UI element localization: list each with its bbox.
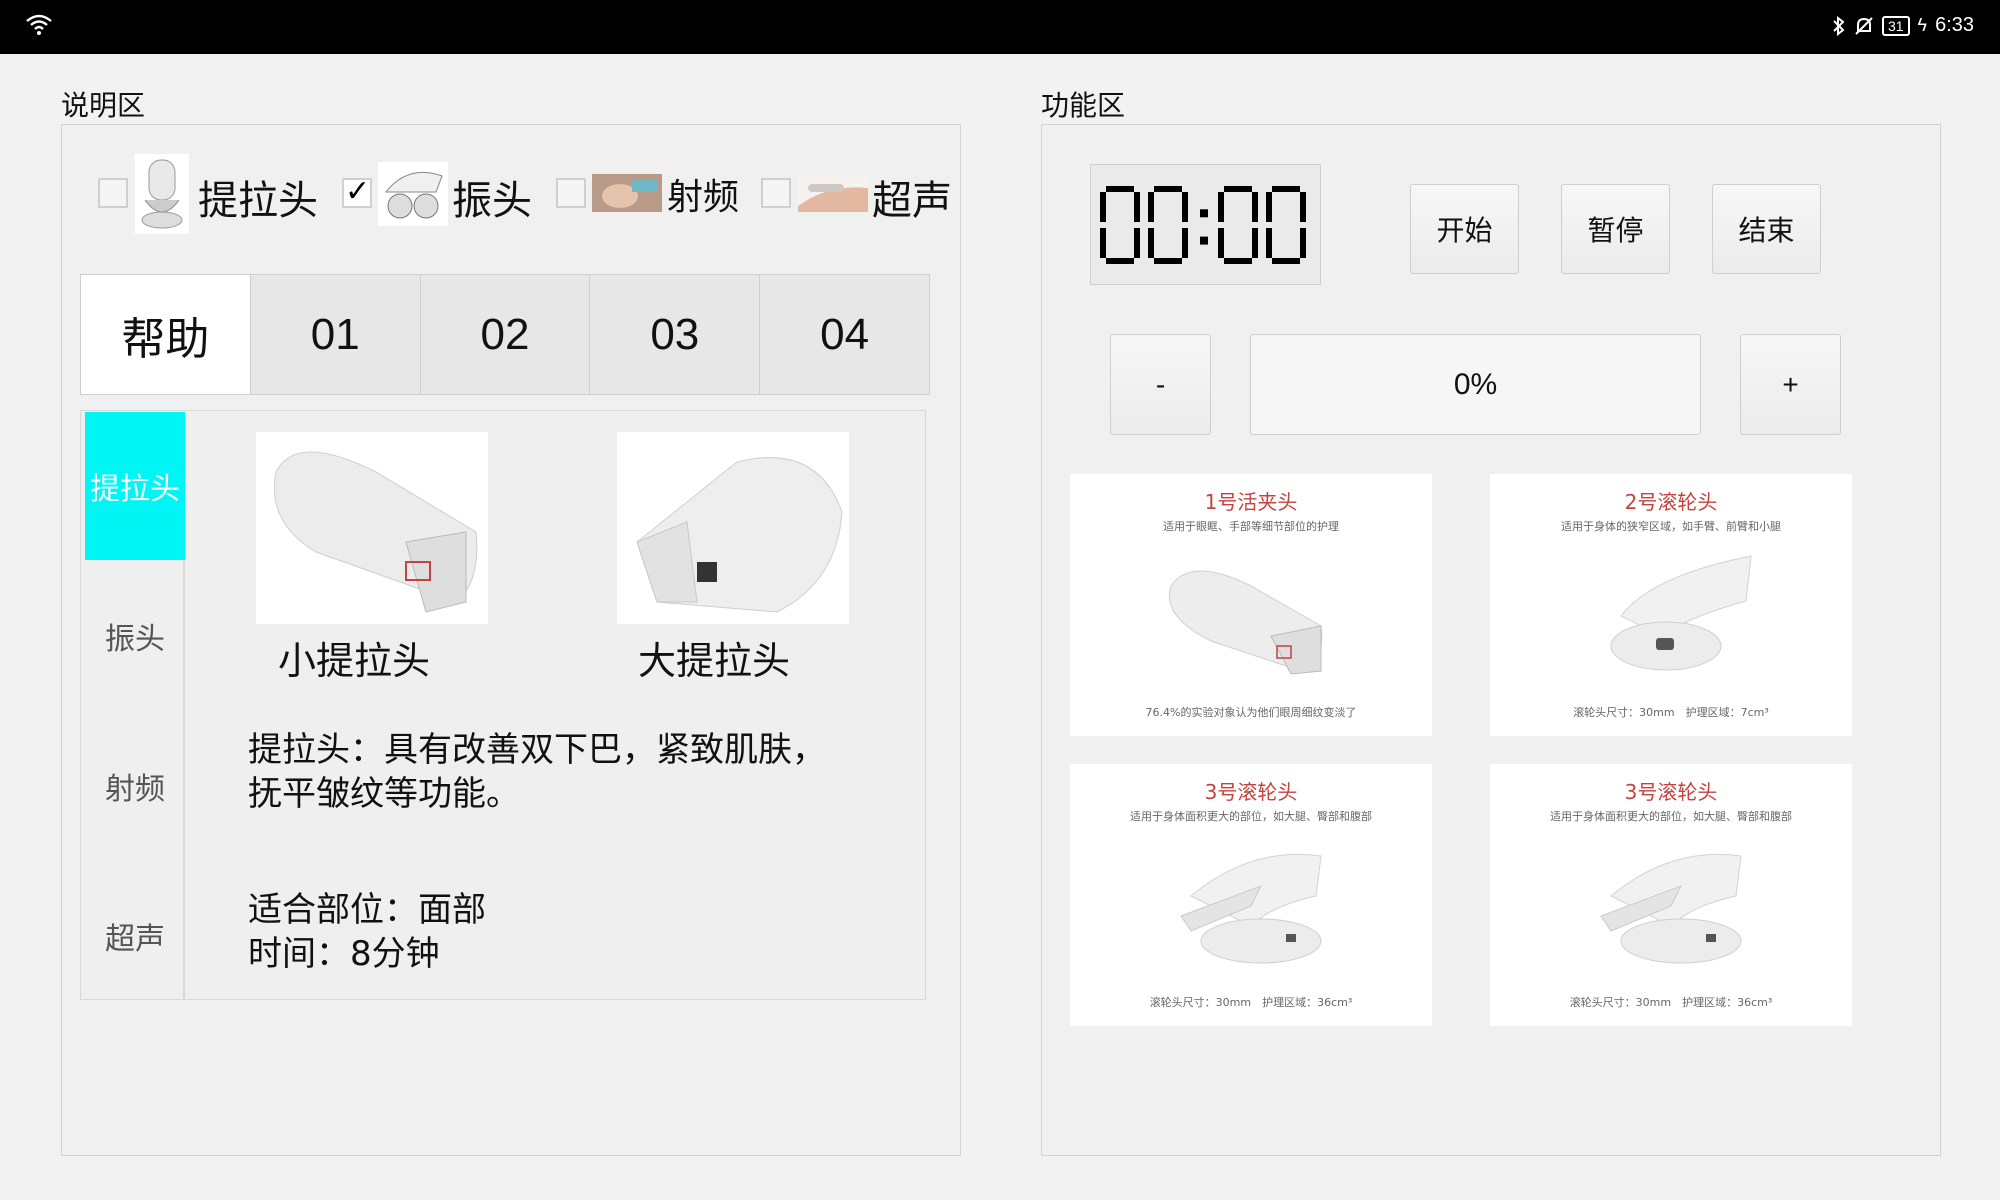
tab-bar: 帮助 01 02 03 04 — [80, 274, 930, 395]
timer-digit-segment — [1099, 191, 1106, 222]
side-item-rf[interactable]: 射频 — [85, 712, 185, 860]
ultrasound-thumbnail — [798, 176, 868, 212]
intensity-value: 0% — [1250, 334, 1701, 435]
card-title: 1号活夹头 — [1204, 490, 1298, 514]
roller-head-image — [1610, 555, 1752, 671]
card-footer: 76.4%的实验对象认为他们眼周细纹变淡了 — [1145, 706, 1357, 719]
lift-head-thumbnail — [135, 154, 189, 234]
timer-digit-segment — [1133, 191, 1140, 222]
card-title: 3号滚轮头 — [1204, 780, 1298, 804]
checkbox-vibration-head[interactable] — [342, 174, 372, 209]
timer-digit-segment — [1147, 227, 1154, 258]
timer-colon-dot — [1199, 236, 1208, 245]
pause-button[interactable]: 暂停 — [1561, 184, 1670, 274]
timer-digit-segment — [1153, 257, 1182, 264]
large-lift-head-label: 大提拉头 — [638, 639, 791, 683]
timer-digit-segment — [1099, 227, 1106, 258]
card-subtitle: 适用于身体面积更大的部位，如大腿、臀部和腹部 — [1130, 810, 1372, 823]
timer-digit-segment — [1265, 191, 1272, 222]
lift-head-description: 提拉头：具有改善双下巴，紧致肌肤， 抚平皱纹等功能。 — [248, 728, 826, 816]
product-card-3[interactable]: 3号滚轮头 适用于身体面积更大的部位，如大腿、臀部和腹部 滚轮头尺寸：30mm … — [1070, 764, 1432, 1026]
timer-digit-segment — [1181, 191, 1188, 222]
timer-digit-segment — [1153, 185, 1182, 192]
detail-area: 适合部位：面部 — [248, 890, 486, 930]
bluetooth-icon — [1833, 15, 1845, 36]
timer-digit-segment — [1181, 227, 1188, 258]
small-lift-head-label: 小提拉头 — [278, 639, 431, 683]
battery-icon: 31 — [1881, 15, 1910, 36]
timer-digit-segment — [1133, 227, 1140, 258]
tab-help[interactable]: 帮助 — [81, 275, 250, 394]
card-footer: 滚轮头尺寸：30mm 护理区域：36cm³ — [1569, 996, 1773, 1009]
charging-icon: ϟ — [1917, 15, 1928, 35]
description-line-2: 抚平皱纹等功能。 — [248, 774, 520, 814]
timer-digit-segment — [1105, 185, 1134, 192]
timer-digit-segment — [1251, 191, 1258, 222]
checkbox-label-ultrasound: 超声 — [872, 178, 952, 224]
card-title: 2号滚轮头 — [1624, 490, 1718, 514]
timer-digit-segment — [1265, 227, 1272, 258]
card-subtitle: 适用于身体面积更大的部位，如大腿、臀部和腹部 — [1550, 810, 1792, 823]
side-item-lift-head[interactable]: 提拉头 — [85, 412, 185, 560]
card-footer: 滚轮头尺寸：30mm 护理区域：36cm³ — [1149, 996, 1353, 1009]
increase-button[interactable]: + — [1740, 334, 1841, 435]
checkbox-label-rf: 射频 — [667, 177, 740, 218]
right-section-title: 功能区 — [1041, 89, 1126, 122]
roller-head-image — [1180, 853, 1322, 964]
status-bar: 31 ϟ 6:33 — [0, 0, 2000, 54]
stop-button[interactable]: 结束 — [1712, 184, 1821, 274]
checkbox-rf[interactable] — [556, 178, 586, 208]
checkbox-label-lift-head: 提拉头 — [198, 178, 318, 224]
roller-head-image — [1600, 853, 1742, 964]
timer-digit-segment — [1223, 185, 1252, 192]
side-item-ultrasound[interactable]: 超声 — [85, 862, 185, 1010]
timer-digit-segment — [1147, 191, 1154, 222]
product-card-4[interactable]: 3号滚轮头 适用于身体面积更大的部位，如大腿、臀部和腹部 滚轮头尺寸：30mm … — [1490, 764, 1852, 1026]
clip-head-image — [1168, 570, 1323, 675]
checkbox-label-vibration-head: 振头 — [452, 178, 532, 224]
checkbox-ultrasound[interactable] — [761, 178, 791, 208]
lift-head-details: 适合部位：面部 时间：8分钟 — [248, 888, 486, 976]
card-title: 3号滚轮头 — [1624, 780, 1718, 804]
card-footer: 滚轮头尺寸：30mm 护理区域：7cm³ — [1573, 706, 1769, 719]
timer-digit-segment — [1299, 191, 1306, 222]
detail-time: 时间：8分钟 — [248, 934, 440, 974]
small-lift-head-image — [256, 432, 488, 624]
timer-display — [1090, 164, 1321, 285]
product-card-2[interactable]: 2号滚轮头 适用于身体的狭窄区域，如手臂、前臂和小腿 滚轮头尺寸：30mm 护理… — [1490, 474, 1852, 736]
large-lift-head-image — [617, 432, 849, 624]
timer-digit-segment — [1105, 257, 1134, 264]
tab-01[interactable]: 01 — [249, 275, 420, 394]
card-subtitle: 适用于身体的狭窄区域，如手臂、前臂和小腿 — [1561, 520, 1781, 533]
side-item-vibration-head[interactable]: 振头 — [85, 562, 185, 710]
side-nav: 提拉头 振头 射频 超声 — [85, 412, 185, 1000]
vibration-head-thumbnail — [378, 162, 448, 226]
wifi-icon — [26, 14, 52, 35]
timer-digit-segment — [1271, 185, 1300, 192]
tab-02[interactable]: 02 — [419, 275, 590, 394]
timer-digit-segment — [1271, 257, 1300, 264]
timer-digit-segment — [1217, 191, 1224, 222]
left-section-title: 说明区 — [61, 89, 146, 122]
description-line-1: 提拉头：具有改善双下巴，紧致肌肤， — [248, 730, 826, 770]
timer-digit-segment — [1223, 257, 1252, 264]
clock-time: 6:33 — [1935, 14, 1974, 36]
timer-digit-segment — [1299, 227, 1306, 258]
timer-digit-segment — [1251, 227, 1258, 258]
decrease-button[interactable]: - — [1110, 334, 1211, 435]
start-button[interactable]: 开始 — [1410, 184, 1519, 274]
rf-thumbnail — [592, 174, 662, 212]
product-card-1[interactable]: 1号活夹头 适用于眼眶、手部等细节部位的护理 76.4%的实验对象认为他们眼周细… — [1070, 474, 1432, 736]
timer-colon-dot — [1199, 208, 1208, 217]
tab-03[interactable]: 03 — [589, 275, 760, 394]
timer-digit-segment — [1217, 227, 1224, 258]
card-subtitle: 适用于眼眶、手部等细节部位的护理 — [1163, 520, 1339, 533]
tab-04[interactable]: 04 — [759, 275, 929, 394]
silent-bell-icon — [1855, 16, 1873, 35]
timer-digits — [1099, 185, 1306, 264]
checkbox-lift-head[interactable] — [98, 178, 128, 208]
